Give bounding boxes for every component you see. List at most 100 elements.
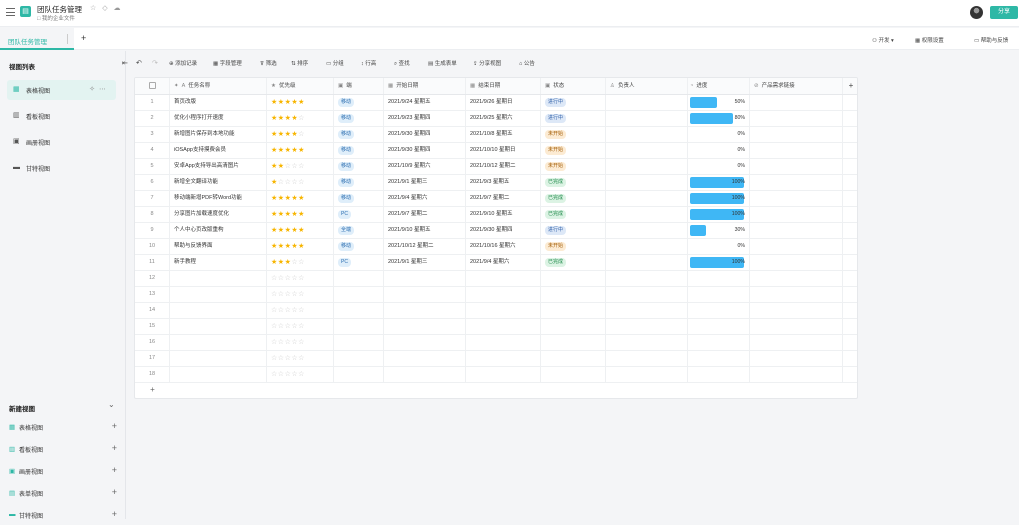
new-kanban-view[interactable]: ▥ 看板视图 +	[9, 443, 117, 459]
star-icon[interactable]: ☆	[298, 259, 305, 266]
star-icon[interactable]: ★	[271, 179, 278, 186]
link-cell[interactable]	[750, 175, 843, 190]
star-icon[interactable]: ☆	[278, 323, 285, 330]
table-row[interactable]: 5 安卓App支持导出高清图片 ★★☆☆☆ 移动 2021/10/9 星期六 2021/1…	[135, 159, 857, 175]
empty-cell[interactable]	[750, 351, 843, 366]
start-date-cell[interactable]: 2021/9/10 星期五	[384, 223, 466, 238]
table-row[interactable]: 15 ☆☆☆☆☆	[135, 319, 857, 335]
sort-button[interactable]: ⇅ 排序	[291, 59, 308, 67]
empty-cell[interactable]	[541, 367, 606, 382]
empty-cell[interactable]	[606, 303, 688, 318]
platform-cell[interactable]: 全端	[334, 223, 384, 238]
assignee-cell[interactable]	[606, 223, 688, 238]
empty-cell[interactable]	[466, 271, 541, 286]
empty-cell[interactable]	[750, 303, 843, 318]
star-icon[interactable]: ☆	[298, 355, 305, 362]
column-header-link[interactable]: ⊘ 产品需求链接	[750, 78, 843, 94]
avatar[interactable]	[970, 6, 983, 19]
star-icon[interactable]: ☆	[298, 179, 305, 186]
platform-cell[interactable]: 移动	[334, 111, 384, 126]
star-icon[interactable]: ★	[271, 147, 278, 154]
assignee-cell[interactable]	[606, 175, 688, 190]
star-icon[interactable]: ★	[298, 243, 305, 250]
star-icon[interactable]: ☆	[271, 275, 278, 282]
empty-cell[interactable]	[334, 271, 384, 286]
priority-cell[interactable]: ☆☆☆☆☆	[267, 287, 334, 302]
progress-cell[interactable]: 100%	[688, 207, 750, 222]
empty-cell[interactable]	[541, 351, 606, 366]
link-cell[interactable]	[750, 255, 843, 270]
add-record-button[interactable]: ⊕ 添加记录	[169, 59, 197, 67]
priority-cell[interactable]: ★★★★★	[267, 143, 334, 158]
star-icon[interactable]: ★	[271, 131, 278, 138]
empty-cell[interactable]	[541, 271, 606, 286]
menu-icon[interactable]	[6, 8, 15, 16]
new-table-view[interactable]: ▦ 表格视图 +	[9, 421, 117, 437]
star-icon[interactable]: ☆	[298, 115, 305, 122]
empty-cell[interactable]	[750, 287, 843, 302]
empty-cell[interactable]	[466, 367, 541, 382]
priority-cell[interactable]: ☆☆☆☆☆	[267, 303, 334, 318]
status-cell[interactable]: 已完成	[541, 175, 606, 190]
undo-icon[interactable]: ↶	[136, 59, 142, 67]
empty-cell[interactable]	[541, 303, 606, 318]
status-cell[interactable]: 已完成	[541, 207, 606, 222]
empty-cell[interactable]	[384, 335, 466, 350]
platform-cell[interactable]: PC	[334, 255, 384, 270]
plus-icon[interactable]: +	[112, 509, 117, 519]
table-row[interactable]: 1 首页改版 ★★★★★ 移动 2021/9/24 星期五 2021/9/26 星期日 进行…	[135, 95, 857, 111]
priority-cell[interactable]: ☆☆☆☆☆	[267, 271, 334, 286]
empty-cell[interactable]	[334, 335, 384, 350]
end-date-cell[interactable]: 2021/9/25 星期六	[466, 111, 541, 126]
platform-cell[interactable]: 移动	[334, 95, 384, 110]
star-icon[interactable]: ★	[271, 195, 278, 202]
start-date-cell[interactable]: 2021/9/23 星期四	[384, 111, 466, 126]
task-name-cell[interactable]: 首页改版	[170, 95, 267, 110]
star-icon[interactable]: ★	[278, 259, 285, 266]
star-icon[interactable]: ★	[271, 227, 278, 234]
platform-cell[interactable]: 移动	[334, 175, 384, 190]
end-date-cell[interactable]: 2021/9/3 星期五	[466, 175, 541, 190]
end-date-cell[interactable]: 2021/10/8 星期五	[466, 127, 541, 142]
table-row[interactable]: 6 新增全文翻译功能 ★☆☆☆☆ 移动 2021/9/1 星期三 2021/9/3 星期五…	[135, 175, 857, 191]
star-icon[interactable]: ★	[278, 211, 285, 218]
new-gantt-view[interactable]: ▬ 甘特视图 +	[9, 509, 117, 525]
empty-cell[interactable]	[541, 287, 606, 302]
priority-cell[interactable]: ★★★★☆	[267, 127, 334, 142]
star-icon[interactable]: ☆	[298, 371, 305, 378]
link-cell[interactable]	[750, 143, 843, 158]
priority-cell[interactable]: ★★★★★	[267, 207, 334, 222]
priority-cell[interactable]: ★★★★★	[267, 95, 334, 110]
star-icon[interactable]: ★	[278, 147, 285, 154]
end-date-cell[interactable]: 2021/10/16 星期六	[466, 239, 541, 254]
end-date-cell[interactable]: 2021/9/26 星期日	[466, 95, 541, 110]
table-row[interactable]: 18 ☆☆☆☆☆	[135, 367, 857, 383]
task-name-cell[interactable]	[170, 319, 267, 334]
add-tab-button[interactable]: +	[81, 33, 86, 43]
table-row[interactable]: 7 移动端新增PDF转Word功能 ★★★★★ 移动 2021/9/4 星期六 2021/…	[135, 191, 857, 207]
table-row[interactable]: 3 新增图片保存到本地功能 ★★★★☆ 移动 2021/9/30 星期四 2021/10/…	[135, 127, 857, 143]
develop-menu[interactable]: ⚇ 开发 ▾	[872, 36, 894, 44]
generate-form-button[interactable]: ▤ 生成表单	[428, 59, 457, 67]
empty-cell[interactable]	[750, 319, 843, 334]
task-name-cell[interactable]: 安卓App支持导出高清图片	[170, 159, 267, 174]
empty-cell[interactable]	[606, 351, 688, 366]
end-date-cell[interactable]: 2021/9/10 星期五	[466, 207, 541, 222]
star-icon[interactable]: ★	[298, 195, 305, 202]
empty-cell[interactable]	[384, 287, 466, 302]
table-row[interactable]: 4 iOSApp支持摸费会员 ★★★★★ 移动 2021/9/30 星期四 2021/10…	[135, 143, 857, 159]
task-name-cell[interactable]	[170, 303, 267, 318]
link-cell[interactable]	[750, 239, 843, 254]
sidebar-item-gantt-view[interactable]: ▬ 甘特视图	[7, 158, 116, 178]
empty-cell[interactable]	[334, 351, 384, 366]
end-date-cell[interactable]: 2021/9/4 星期六	[466, 255, 541, 270]
star-icon[interactable]: ☆	[278, 307, 285, 314]
progress-cell[interactable]: 0%	[688, 143, 750, 158]
platform-cell[interactable]: PC	[334, 207, 384, 222]
star-icon[interactable]: ☆	[271, 307, 278, 314]
task-name-cell[interactable]: 移动端新增PDF转Word功能	[170, 191, 267, 206]
progress-cell[interactable]: 0%	[688, 127, 750, 142]
progress-cell[interactable]: 50%	[688, 95, 750, 110]
assignee-cell[interactable]	[606, 111, 688, 126]
table-row[interactable]: 11 新手教程 ★★★☆☆ PC 2021/9/1 星期三 2021/9/4 星期六 已完成…	[135, 255, 857, 271]
